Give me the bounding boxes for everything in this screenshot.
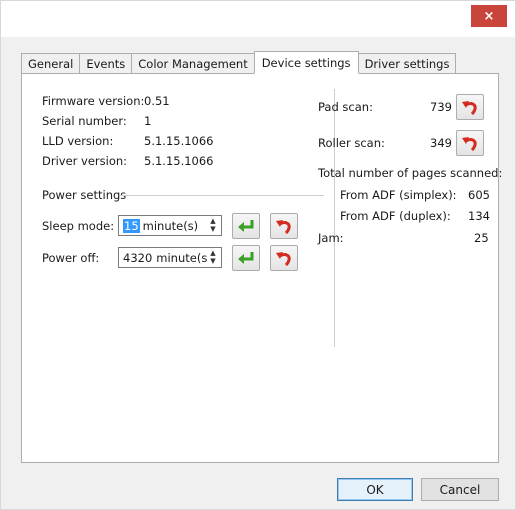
jam-label: Jam: (318, 231, 344, 245)
ok-button[interactable]: OK (337, 478, 413, 501)
pad-scan-reset-button[interactable] (456, 94, 484, 120)
green-enter-arrow-icon (238, 220, 254, 232)
adf-simplex-value: 605 (468, 188, 490, 202)
red-undo-arrow-icon (276, 220, 291, 234)
green-enter-arrow-icon (238, 252, 254, 264)
roller-scan-label: Roller scan: (318, 136, 385, 150)
sleep-mode-spin-arrows-icon[interactable]: ▲ ▼ (207, 218, 219, 233)
red-undo-arrow-icon (462, 137, 477, 151)
power-off-stepper[interactable]: 4320 minute(s ▲ ▼ (118, 247, 222, 268)
column-separator (334, 89, 335, 347)
power-off-spin-arrows-icon[interactable]: ▲ ▼ (207, 250, 219, 265)
sleep-mode-unit: minute(s) (142, 218, 199, 233)
close-button[interactable]: × (471, 5, 507, 27)
sleep-mode-stepper[interactable]: 15 minute(s) ▲ ▼ (118, 215, 222, 236)
driver-version-value: 5.1.15.1066 (144, 154, 214, 168)
sleep-mode-apply-button[interactable] (232, 213, 260, 239)
red-undo-arrow-icon (276, 252, 291, 266)
tab-driver-settings[interactable]: Driver settings (357, 53, 457, 73)
tab-device-settings[interactable]: Device settings (253, 51, 359, 74)
roller-scan-value: 349 (430, 136, 452, 150)
tab-events[interactable]: Events (79, 53, 133, 73)
pad-scan-value: 739 (430, 100, 452, 114)
jam-value: 25 (474, 231, 489, 245)
firmware-version-label: Firmware version: (42, 94, 145, 108)
tab-general[interactable]: General (21, 53, 81, 73)
firmware-version-value: 0.51 (144, 94, 170, 108)
title-bar: × (1, 1, 515, 37)
roller-scan-reset-button[interactable] (456, 130, 484, 156)
serial-number-value: 1 (144, 114, 152, 128)
pad-scan-label: Pad scan: (318, 100, 373, 114)
sleep-mode-label: Sleep mode: (42, 219, 115, 233)
sleep-mode-value[interactable]: 15 (123, 218, 140, 233)
power-off-unit: minute(s (156, 250, 208, 265)
power-off-reset-button[interactable] (270, 245, 298, 271)
power-off-value[interactable]: 4320 (123, 251, 152, 265)
cancel-button[interactable]: Cancel (421, 478, 499, 501)
device-settings-dialog: × General Events Color Management Device… (0, 0, 516, 510)
driver-version-label: Driver version: (42, 154, 128, 168)
device-settings-panel: Firmware version: 0.51 Serial number: 1 … (21, 73, 503, 463)
lld-version-value: 5.1.15.1066 (144, 134, 214, 148)
close-icon: × (483, 8, 495, 24)
power-settings-divider (120, 195, 324, 196)
power-off-label: Power off: (42, 251, 100, 265)
red-undo-arrow-icon (462, 101, 477, 115)
serial-number-label: Serial number: (42, 114, 127, 128)
power-settings-group-label: Power settings (42, 188, 127, 202)
adf-duplex-label: From ADF (duplex): (340, 209, 451, 223)
total-pages-label: Total number of pages scanned: (318, 166, 503, 180)
power-off-apply-button[interactable] (232, 245, 260, 271)
lld-version-label: LLD version: (42, 134, 114, 148)
adf-simplex-label: From ADF (simplex): (340, 188, 457, 202)
sleep-mode-reset-button[interactable] (270, 213, 298, 239)
tab-color-management[interactable]: Color Management (131, 53, 255, 73)
adf-duplex-value: 134 (468, 209, 490, 223)
tab-strip: General Events Color Management Device s… (21, 51, 457, 74)
